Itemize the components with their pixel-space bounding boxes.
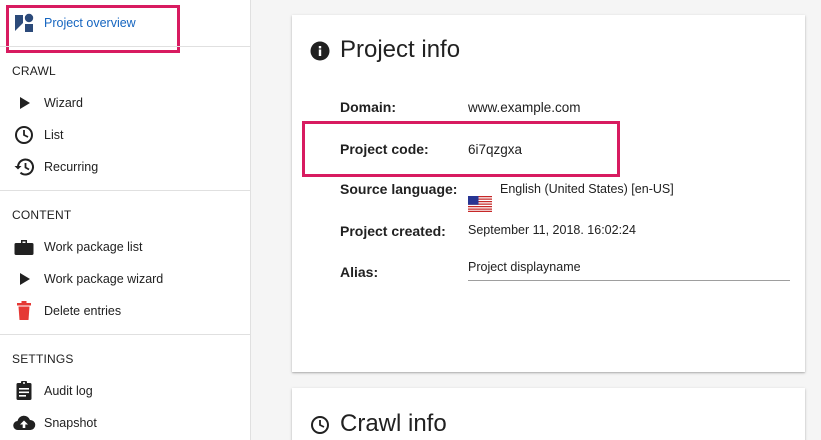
sidebar-item-label: Wizard: [44, 96, 83, 110]
sidebar-item-label: Snapshot: [44, 416, 97, 430]
project-info-card: Project info Domain: www.example.com Pro…: [292, 15, 805, 372]
sidebar-item-work-package-list[interactable]: Work package list: [0, 231, 251, 263]
sidebar-item-snapshot[interactable]: Snapshot: [0, 407, 251, 439]
briefcase-icon: [12, 235, 36, 259]
divider: [0, 46, 251, 47]
section-title-crawl: CRAWL: [12, 64, 56, 78]
card-title: Crawl info: [340, 410, 447, 437]
alias-field[interactable]: Project displayname: [468, 260, 581, 274]
divider: [0, 190, 251, 191]
alias-label: Alias:: [340, 264, 379, 280]
sidebar-item-label: Work package wizard: [44, 272, 164, 286]
project-created-value: September 11, 2018. 16:02:24: [468, 223, 636, 237]
sidebar-item-audit-log[interactable]: Audit log: [0, 375, 251, 407]
us-flag-icon: [468, 196, 492, 212]
highlight-box-project-code: [302, 121, 620, 177]
card-title: Project info: [340, 36, 461, 63]
clock-icon: [310, 415, 330, 435]
sidebar-item-work-package-wizard[interactable]: Work package wizard: [0, 263, 251, 295]
crawl-info-card: Crawl info: [292, 388, 805, 440]
sidebar-item-delete-entries[interactable]: Delete entries: [0, 295, 251, 327]
section-title-content: CONTENT: [12, 208, 72, 222]
source-language-value: English (United States) [en-US]: [500, 182, 674, 196]
sidebar-item-label: List: [44, 128, 64, 142]
divider: [0, 334, 251, 335]
sidebar-item-recurring[interactable]: Recurring: [0, 151, 251, 183]
sidebar-item-label: Recurring: [44, 160, 99, 174]
domain-label: Domain:: [340, 99, 396, 115]
sidebar-item-label: Audit log: [44, 384, 93, 398]
section-title-settings: SETTINGS: [12, 352, 74, 366]
sidebar-item-label: Work package list: [44, 240, 143, 254]
domain-value: www.example.com: [468, 100, 581, 115]
clock-icon: [12, 123, 36, 147]
sidebar-item-list[interactable]: List: [0, 119, 251, 151]
assignment-icon: [12, 379, 36, 403]
project-created-label: Project created:: [340, 223, 446, 239]
history-icon: [12, 155, 36, 179]
trash-icon: [12, 299, 36, 323]
alias-field-underline: [468, 280, 790, 281]
sidebar: Project overview CRAWL Wizard List Recur…: [0, 0, 251, 440]
sidebar-item-wizard[interactable]: Wizard: [0, 87, 251, 119]
play-icon: [12, 267, 36, 291]
play-icon: [12, 91, 36, 115]
source-language-label: Source language:: [340, 181, 458, 197]
info-icon: [310, 41, 330, 61]
sidebar-item-label: Delete entries: [44, 304, 122, 318]
cloud-upload-icon: [12, 411, 36, 435]
